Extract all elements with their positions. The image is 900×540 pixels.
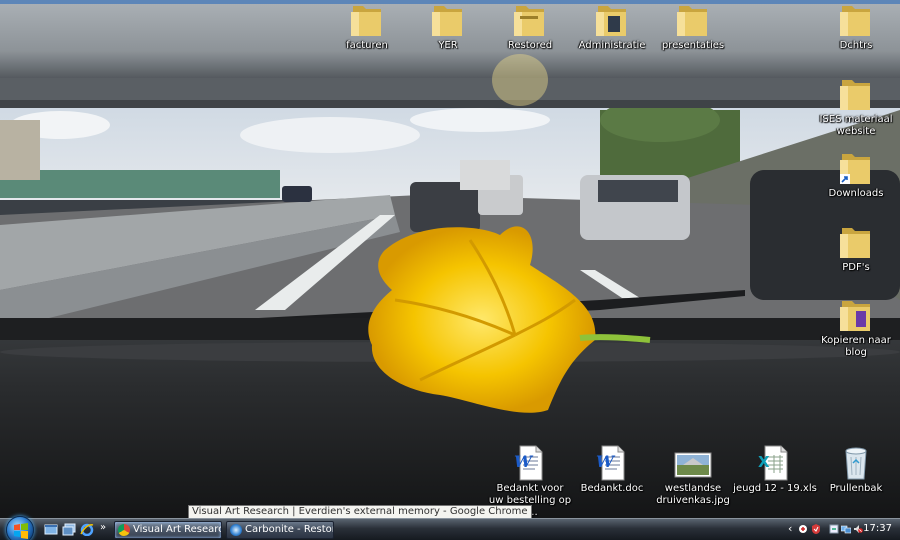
file-bedankt-doc[interactable]: W Bedankt.doc: [570, 445, 654, 495]
start-button[interactable]: [6, 516, 34, 540]
taskbar: » Visual Art Research |... Carbonite - R…: [0, 516, 900, 540]
folder-icon: [510, 2, 550, 38]
file-label: jeugd 12 - 19.xls: [733, 483, 817, 494]
antivirus-icon[interactable]: [811, 524, 821, 534]
folder-label: presentaties: [661, 40, 725, 51]
folder-icon: [673, 2, 713, 38]
folder-kopieren-naar-blog[interactable]: Kopieren naar blog: [814, 297, 898, 359]
taskbar-clock[interactable]: 17:37: [863, 523, 892, 534]
internet-explorer-icon[interactable]: [80, 523, 94, 536]
folder-label: Restored: [507, 40, 553, 51]
taskbar-button-label: Carbonite - Restore ...: [245, 524, 333, 535]
folder-label: Downloads: [828, 188, 884, 199]
svg-text:W: W: [596, 452, 616, 471]
carbonite-icon: [230, 524, 242, 536]
folder-label: Administratie: [578, 40, 646, 51]
windows-logo-icon: [14, 523, 28, 539]
folder-yer[interactable]: YER: [406, 2, 490, 52]
taskbar-button-carbonite[interactable]: Carbonite - Restore ...: [226, 521, 334, 539]
folder-pdfs[interactable]: PDF's: [814, 224, 898, 274]
word-doc-icon: W: [592, 445, 632, 481]
folder-presentaties[interactable]: presentaties: [651, 2, 735, 52]
svg-text:X: X: [758, 453, 770, 471]
svg-text:W: W: [514, 452, 534, 471]
system-tray: ‹ 17:37: [786, 519, 900, 540]
folder-label: PDF's: [842, 262, 870, 273]
sync-icon[interactable]: [829, 524, 839, 534]
image-file-icon: [673, 445, 713, 481]
switch-windows-icon[interactable]: [62, 523, 76, 536]
network-icon[interactable]: [841, 524, 851, 534]
recycle-bin[interactable]: Prullenbak: [814, 445, 898, 495]
folder-label: Dchtrs: [839, 40, 873, 51]
excel-file-icon: X: [755, 445, 795, 481]
volume-muted-icon[interactable]: [853, 524, 863, 534]
taskbar-button-chrome[interactable]: Visual Art Research |...: [114, 521, 222, 539]
recycle-bin-icon: [836, 445, 876, 481]
folder-downloads[interactable]: Downloads: [814, 150, 898, 200]
file-label: westlandse druivenkas.jpg: [656, 483, 730, 506]
network-shield-icon[interactable]: [798, 524, 808, 534]
folder-dchtrs[interactable]: Dchtrs: [814, 2, 898, 52]
folder-label: facturen: [346, 40, 388, 51]
folder-label: ISES materiaal website: [819, 114, 893, 137]
recycle-bin-label: Prullenbak: [829, 483, 883, 494]
folder-ises-materiaal-website[interactable]: ISES materiaal website: [814, 76, 898, 138]
folder-icon: [836, 224, 876, 260]
folder-restored[interactable]: Restored: [488, 2, 572, 52]
folder-facturen[interactable]: facturen: [325, 2, 409, 52]
folder-icon: [592, 2, 632, 38]
quick-launch-chevron-icon[interactable]: »: [100, 522, 106, 533]
folder-label: YER: [438, 40, 458, 51]
folder-shortcut-icon: [836, 150, 876, 186]
word-doc-icon: W: [510, 445, 550, 481]
folder-icon: [836, 297, 876, 333]
chrome-icon: [118, 524, 130, 536]
folder-administratie[interactable]: Administratie: [570, 2, 654, 52]
folder-icon: [347, 2, 387, 38]
file-westlandse-druivenkas[interactable]: westlandse druivenkas.jpg: [651, 445, 735, 507]
show-desktop-icon[interactable]: [44, 523, 58, 536]
tray-expand-chevron-icon[interactable]: ‹: [788, 522, 792, 535]
file-jeugd-12-19[interactable]: X jeugd 12 - 19.xls: [733, 445, 817, 495]
folder-label: Kopieren naar blog: [821, 335, 891, 358]
file-label: Bedankt.doc: [580, 483, 644, 494]
folder-icon: [428, 2, 468, 38]
taskbar-button-label: Visual Art Research |...: [133, 524, 221, 535]
folder-icon: [836, 76, 876, 112]
folder-icon: [836, 2, 876, 38]
taskbar-tooltip: Visual Art Research | Everdien's externa…: [188, 505, 532, 519]
desktop-wallpaper: [0, 0, 900, 518]
